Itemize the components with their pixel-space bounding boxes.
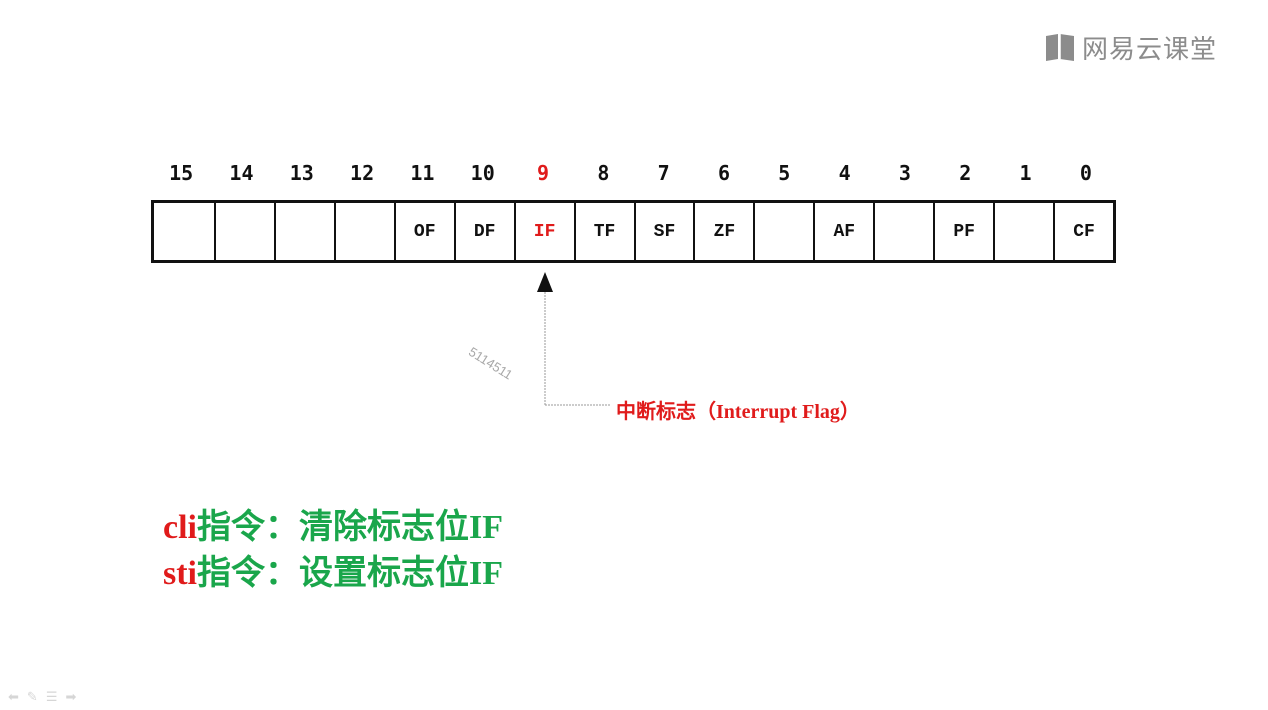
book-icon	[1046, 34, 1074, 61]
slide-player-controls: ⬅ ✎ ☰ ➡	[8, 690, 76, 705]
pen-icon[interactable]: ✎	[27, 690, 38, 705]
register-cell-sf: SF	[633, 203, 694, 260]
register-cell-pf: PF	[933, 203, 993, 260]
register-cell-14	[213, 203, 274, 260]
register-cell-5	[753, 203, 813, 260]
bit-number-3: 3	[898, 161, 911, 185]
bit-number-13: 13	[289, 161, 314, 185]
instruction-cli: cli指令：清除标志位IF	[163, 505, 503, 551]
instruction-list: cli指令：清除标志位IF sti指令：设置标志位IF	[163, 505, 503, 597]
instruction-cmd: sti	[163, 555, 197, 592]
bit-number-6: 6	[717, 161, 730, 185]
pointer-arrow	[537, 272, 610, 406]
bit-number-0: 0	[1079, 161, 1092, 185]
bit-number-8: 8	[597, 161, 610, 185]
arrow-right-icon[interactable]: ➡	[65, 690, 76, 705]
watermark-id: 5114511	[466, 344, 516, 383]
register-cell-tf: TF	[573, 203, 634, 260]
menu-icon[interactable]: ☰	[46, 690, 58, 705]
bit-number-11: 11	[410, 161, 435, 185]
instruction-cmd: cli	[163, 509, 197, 546]
logo-text: 网易云课堂	[1082, 34, 1218, 65]
register-cell-12	[333, 203, 394, 260]
bit-number-10: 10	[470, 161, 495, 185]
bit-number-2: 2	[959, 161, 972, 185]
register-cell-af: AF	[813, 203, 873, 260]
netease-cloud-classroom-logo: 网易云课堂	[1044, 30, 1218, 65]
bit-number-15: 15	[169, 161, 194, 185]
register-cell-cf: CF	[1053, 203, 1113, 260]
bit-number-4: 4	[838, 161, 851, 185]
flags-register: OF DF IF TF SF ZF AF PF CF	[151, 200, 1116, 263]
register-cell-of: OF	[393, 203, 454, 260]
register-cell-zf: ZF	[693, 203, 753, 260]
bit-number-12: 12	[350, 161, 375, 185]
interrupt-flag-label: 中断标志（Interrupt Flag）	[616, 401, 860, 423]
instruction-sti: sti指令：设置标志位IF	[163, 551, 503, 597]
register-cell-if: IF	[513, 203, 574, 260]
bit-number-5: 5	[778, 161, 791, 185]
register-cell-3	[873, 203, 933, 260]
arrow-left-icon[interactable]: ⬅	[8, 690, 19, 705]
register-cell-15	[154, 203, 214, 260]
bit-number-9: 9	[537, 161, 550, 185]
arrowhead	[537, 272, 553, 292]
register-cell-1	[993, 203, 1053, 260]
bit-number-row: 15 14 13 12 11 10 9 8 7 6 5 4 3 2 1 0	[151, 160, 1116, 186]
instruction-desc: 指令：清除标志位IF	[196, 509, 503, 546]
bit-number-1: 1	[1019, 161, 1032, 185]
register-cell-13	[273, 203, 334, 260]
bit-number-14: 14	[229, 161, 254, 185]
instruction-desc: 指令：设置标志位IF	[197, 555, 503, 592]
bit-number-7: 7	[657, 161, 670, 185]
register-cell-df: DF	[453, 203, 514, 260]
